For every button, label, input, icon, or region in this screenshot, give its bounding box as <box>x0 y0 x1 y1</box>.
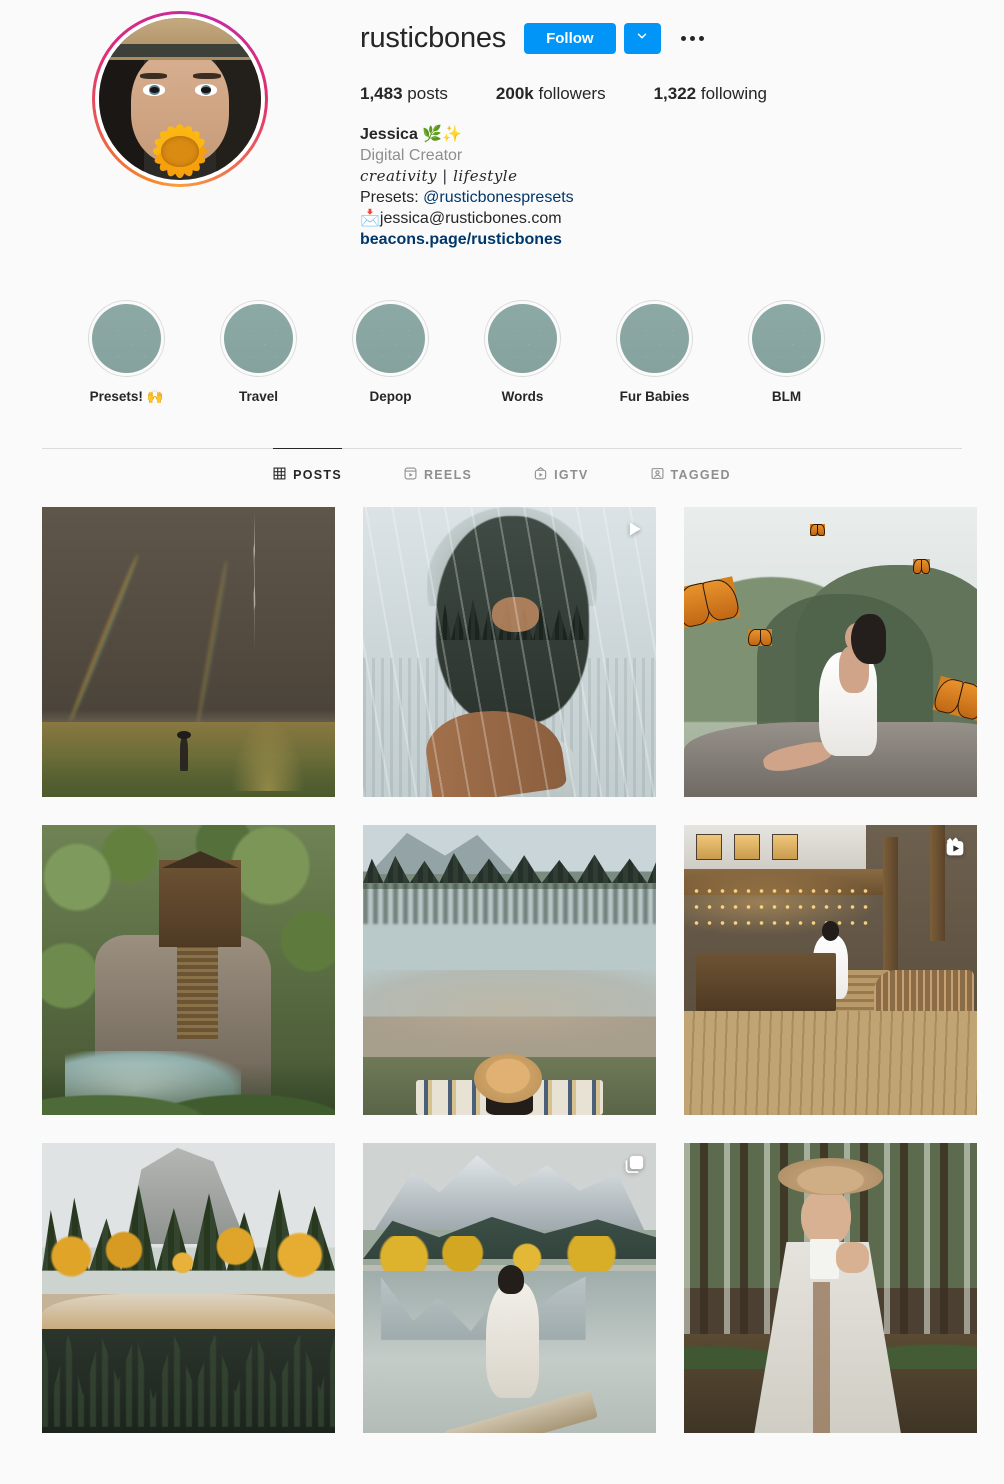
tab-label: POSTS <box>293 468 342 482</box>
tab-posts[interactable]: POSTS <box>273 448 342 497</box>
highlight-cover-image <box>224 304 293 373</box>
bio-presets-prefix: Presets: <box>360 189 424 206</box>
avatar-inner <box>95 14 265 184</box>
profile-tabs-bar: POSTS REELS IGTV TAGGED <box>42 448 962 497</box>
follow-button[interactable]: Follow <box>524 22 616 54</box>
post-thumbnail[interactable] <box>42 825 335 1115</box>
highlight-depop[interactable]: Depop <box>352 300 429 430</box>
reels-icon <box>945 837 965 857</box>
posts-grid <box>0 497 1004 1433</box>
posts-label: posts <box>407 84 448 103</box>
post-thumbnail[interactable] <box>363 507 656 797</box>
tab-tagged[interactable]: TAGGED <box>651 448 731 497</box>
page-title: rusticbones <box>360 21 507 54</box>
followers-count: 200k <box>495 84 534 103</box>
reels-icon <box>404 467 417 483</box>
highlight-ring <box>352 300 429 377</box>
post-thumbnail[interactable] <box>684 507 977 797</box>
posts-count: 1,483 <box>360 84 403 103</box>
highlight-cover-image <box>620 304 689 373</box>
bio-category: Digital Creator <box>360 147 463 164</box>
post-image <box>42 825 335 1115</box>
username-row: rusticbones Follow <box>360 18 1004 58</box>
bio-presets-line: Presets: @rusticbonespresets <box>360 187 1004 208</box>
highlight-cover-image <box>488 304 557 373</box>
highlight-travel[interactable]: Travel <box>220 300 297 430</box>
following-count: 1,322 <box>653 84 697 103</box>
highlight-ring <box>748 300 825 377</box>
post-image <box>684 825 977 1115</box>
tab-label: IGTV <box>554 468 589 482</box>
instagram-profile-page: rusticbones Follow 1,483 posts 200k foll… <box>0 0 1004 1484</box>
highlight-cover-image <box>92 304 161 373</box>
highlight-ring <box>220 300 297 377</box>
igtv-icon <box>534 467 547 483</box>
post-image <box>42 507 335 797</box>
grid-icon <box>273 467 286 483</box>
avatar-story-ring[interactable] <box>92 11 268 187</box>
stat-followers[interactable]: 200k followers <box>496 84 606 104</box>
post-thumbnail[interactable] <box>684 1143 977 1433</box>
carousel-icon <box>624 1155 644 1175</box>
post-thumbnail[interactable] <box>42 507 335 797</box>
following-label: following <box>700 84 768 103</box>
bio-email-line: 📩jessica@rusticbones.com <box>360 210 562 227</box>
bio-presets-mention[interactable]: @rusticbonespresets <box>423 189 574 206</box>
avatar-column <box>0 6 360 290</box>
post-image <box>684 507 977 797</box>
highlight-label: Words <box>501 389 544 404</box>
tab-label: TAGGED <box>670 468 731 482</box>
post-thumbnail[interactable] <box>363 1143 656 1433</box>
story-highlights: Presets! 🙌 Travel Depop Words Fur Babies… <box>0 290 1004 430</box>
post-image <box>42 1143 335 1433</box>
highlight-cover-image <box>356 304 425 373</box>
tab-label: REELS <box>423 468 473 482</box>
stat-posts: 1,483 posts <box>360 84 448 104</box>
highlight-label: Fur Babies <box>619 389 690 404</box>
tab-igtv[interactable]: IGTV <box>534 448 588 497</box>
post-image <box>363 825 656 1115</box>
profile-info-column: rusticbones Follow 1,483 posts 200k foll… <box>360 6 1004 290</box>
bio-script-line: creativity | lifestyle <box>360 167 518 185</box>
post-thumbnail[interactable] <box>363 825 656 1115</box>
stats-row: 1,483 posts 200k followers 1,322 followi… <box>360 84 1004 104</box>
highlight-label: Travel <box>238 389 279 404</box>
post-image <box>684 1143 977 1433</box>
ellipsis-icon <box>679 35 706 41</box>
profile-header: rusticbones Follow 1,483 posts 200k foll… <box>0 0 1004 290</box>
highlight-fur-babies[interactable]: Fur Babies <box>616 300 693 430</box>
post-image <box>363 507 656 797</box>
bio: Jessica 🌿✨ Digital Creator creativity | … <box>360 124 1004 250</box>
highlight-label: Presets! 🙌 <box>89 389 164 404</box>
tagged-icon <box>651 467 664 483</box>
more-options-button[interactable] <box>677 23 709 53</box>
chevron-down-icon <box>635 29 649 48</box>
highlight-ring <box>616 300 693 377</box>
highlight-cover-image <box>752 304 821 373</box>
highlight-ring <box>484 300 561 377</box>
highlight-label: Depop <box>369 389 412 404</box>
followers-label: followers <box>538 84 606 103</box>
avatar[interactable] <box>99 18 261 180</box>
highlight-blm[interactable]: BLM <box>748 300 825 430</box>
post-thumbnail[interactable] <box>684 825 977 1115</box>
highlight-presets[interactable]: Presets! 🙌 <box>88 300 165 430</box>
post-image <box>363 1143 656 1433</box>
tab-reels[interactable]: REELS <box>404 448 472 497</box>
profile-tabs: POSTS REELS IGTV TAGGED <box>42 448 962 497</box>
video-icon <box>624 519 644 539</box>
highlight-label: BLM <box>771 389 802 404</box>
post-thumbnail[interactable] <box>42 1143 335 1433</box>
highlight-ring <box>88 300 165 377</box>
highlight-words[interactable]: Words <box>484 300 561 430</box>
bio-website-link[interactable]: beacons.page/rusticbones <box>360 231 562 248</box>
stat-following[interactable]: 1,322 following <box>654 84 767 104</box>
follow-options-button[interactable] <box>623 22 661 54</box>
bio-full-name: Jessica 🌿✨ <box>360 126 463 143</box>
sunflower <box>122 105 239 180</box>
